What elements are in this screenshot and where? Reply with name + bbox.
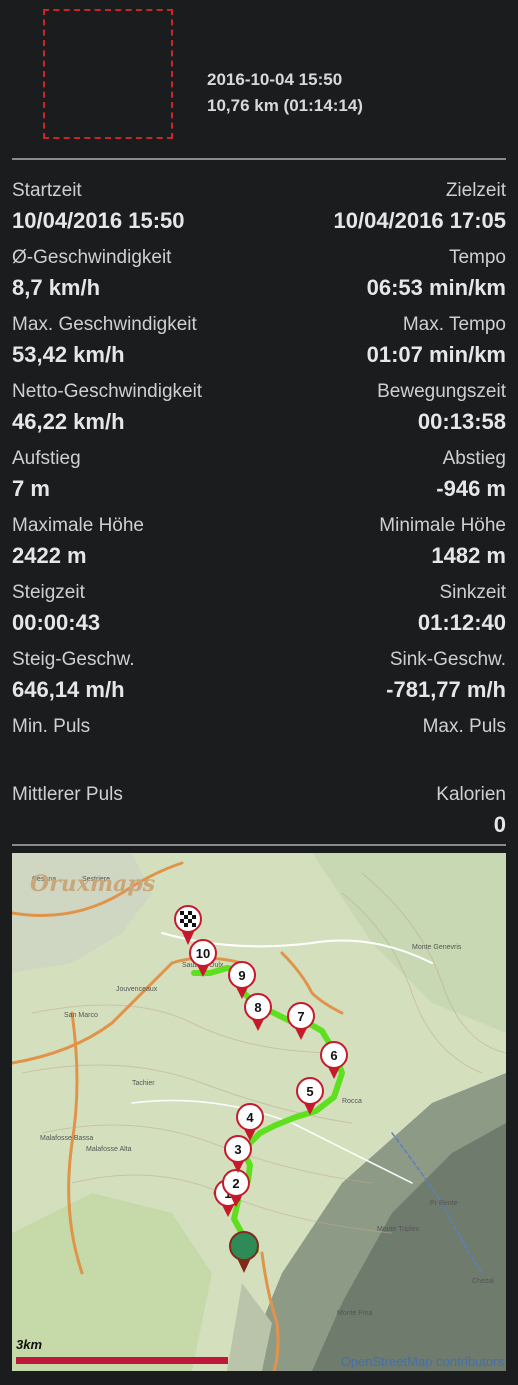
stat-left-label: Startzeit — [12, 180, 82, 201]
stat-row: Steigzeit 00:00:43 Sinkzeit 01:12:40 — [12, 582, 506, 642]
map-place-label: Malafosse Alta — [86, 1146, 132, 1153]
map-place-label: Malafosse Bassa — [40, 1135, 93, 1142]
stat-row: Startzeit 10/04/2016 15:50 Zielzeit 10/04/2… — [12, 180, 506, 240]
waypoint-number: 5 — [306, 1084, 313, 1099]
map-place-label: Monte Genevris — [412, 944, 462, 951]
stat-row: Maximale Höhe 2422 m Minimale Höhe 1482 m — [12, 515, 506, 575]
stat-left-label: Ø-Geschwindigkeit — [12, 247, 172, 268]
stat-row: Netto-Geschwindigkeit 46,22 km/h Bewegungs… — [12, 381, 506, 441]
waypoint-number: 7 — [297, 1009, 304, 1024]
stat-right-label: Tempo — [448, 247, 506, 268]
waypoint-number: 3 — [234, 1142, 241, 1157]
stat-left-label: Netto-Geschwindigkeit — [12, 381, 203, 402]
waypoint-number: 4 — [246, 1110, 254, 1125]
map-place-label: Rocca — [342, 1098, 362, 1105]
stat-right-value: 10/04/2016 17:05 — [333, 208, 507, 233]
map-place-label: Pr Rente — [430, 1200, 458, 1207]
stat-row: Steig-Geschw. 646,14 m/h Sink-Geschw. -781,… — [12, 649, 506, 709]
stat-right-label: Sink-Geschw. — [389, 649, 506, 670]
waypoint-number: 8 — [254, 1000, 261, 1015]
stat-right-label: Abstieg — [442, 448, 506, 469]
map-place-label: Monte Pina — [337, 1310, 373, 1317]
waypoint-number: 2 — [232, 1176, 239, 1191]
map-place-label: Jouvenceaux — [116, 986, 158, 993]
stat-left-label: Aufstieg — [12, 448, 81, 469]
stat-left-label: Max. Geschwindigkeit — [12, 314, 197, 335]
stat-row: Ø-Geschwindigkeit 8,7 km/h Tempo 06:53 min/… — [12, 247, 506, 307]
divider — [12, 158, 506, 160]
track-datetime: 2016-10-04 15:50 — [207, 70, 343, 89]
stat-right-value: -781,77 m/h — [386, 677, 506, 702]
stat-left-label: Maximale Höhe — [12, 515, 144, 536]
stat-left-value: 46,22 km/h — [12, 409, 125, 434]
stat-left-label: Mittlerer Puls — [12, 784, 123, 805]
stat-left-label: Min. Puls — [12, 716, 91, 737]
stat-left-value: 10/04/2016 15:50 — [12, 208, 185, 233]
stat-right-label: Bewegungszeit — [377, 381, 506, 402]
map-place-label: Monte Triplex — [377, 1226, 420, 1233]
stat-right-value: 06:53 min/km — [366, 275, 506, 300]
stat-left-value: 53,42 km/h — [12, 342, 125, 367]
stat-row: Mittlerer Puls Kalorien 0 — [12, 784, 506, 844]
map-place-label: Tachier — [132, 1080, 155, 1087]
stat-right-value: -946 m — [436, 476, 506, 501]
track-thumbnail — [43, 9, 173, 139]
stat-right-label: Max. Tempo — [402, 314, 506, 335]
stat-left-value: 646,14 m/h — [12, 677, 125, 702]
divider — [12, 844, 506, 846]
stat-left-label: Steig-Geschw. — [12, 649, 135, 670]
stat-right-value: 0 — [493, 812, 506, 837]
stat-row: Max. Geschwindigkeit 53,42 km/h Max. Tempo… — [12, 314, 506, 374]
scale-bar — [16, 1357, 228, 1364]
track-map[interactable]: Cesana Sestriere Sauze d'Oulx Jouvenceaux Sa… — [12, 853, 506, 1371]
waypoint-number: 10 — [196, 946, 210, 961]
stat-left-label: Steigzeit — [12, 582, 85, 603]
stat-right-label: Zielzeit — [445, 180, 506, 201]
stat-row: Min. Puls Max. Puls — [12, 716, 506, 776]
map-attribution[interactable]: OpenStreetMap contributors — [341, 1354, 504, 1369]
stat-left-value: 2422 m — [12, 543, 87, 568]
stat-right-value: 1482 m — [431, 543, 506, 568]
stat-right-label: Max. Puls — [422, 716, 506, 737]
map-place-label: San Marco — [64, 1012, 98, 1019]
stat-right-value: 01:12:40 — [417, 610, 506, 635]
stat-right-label: Kalorien — [436, 784, 506, 805]
stat-right-value: 00:13:58 — [417, 409, 506, 434]
stat-left-value: 00:00:43 — [12, 610, 101, 635]
map-place-label: Chezal — [472, 1278, 494, 1285]
stat-right-label: Minimale Höhe — [379, 515, 506, 536]
scale-label: 3km — [16, 1337, 43, 1352]
stat-left-value: 7 m — [12, 476, 50, 501]
map-canvas: Cesana SestriereSauze d'OulxJouvenceauxSa… — [12, 853, 506, 1371]
stat-left-value: 8,7 km/h — [12, 275, 101, 300]
waypoint-number: 6 — [330, 1048, 337, 1063]
waypoint-number: 9 — [238, 968, 245, 983]
stat-right-label: Sinkzeit — [439, 582, 506, 603]
stat-row: Aufstieg 7 m Abstieg -946 m — [12, 448, 506, 508]
oruxmaps-logo: Oruxmaps — [30, 871, 156, 897]
stat-right-value: 01:07 min/km — [366, 342, 506, 367]
track-distance-duration: 10,76 km (01:14:14) — [207, 96, 363, 115]
